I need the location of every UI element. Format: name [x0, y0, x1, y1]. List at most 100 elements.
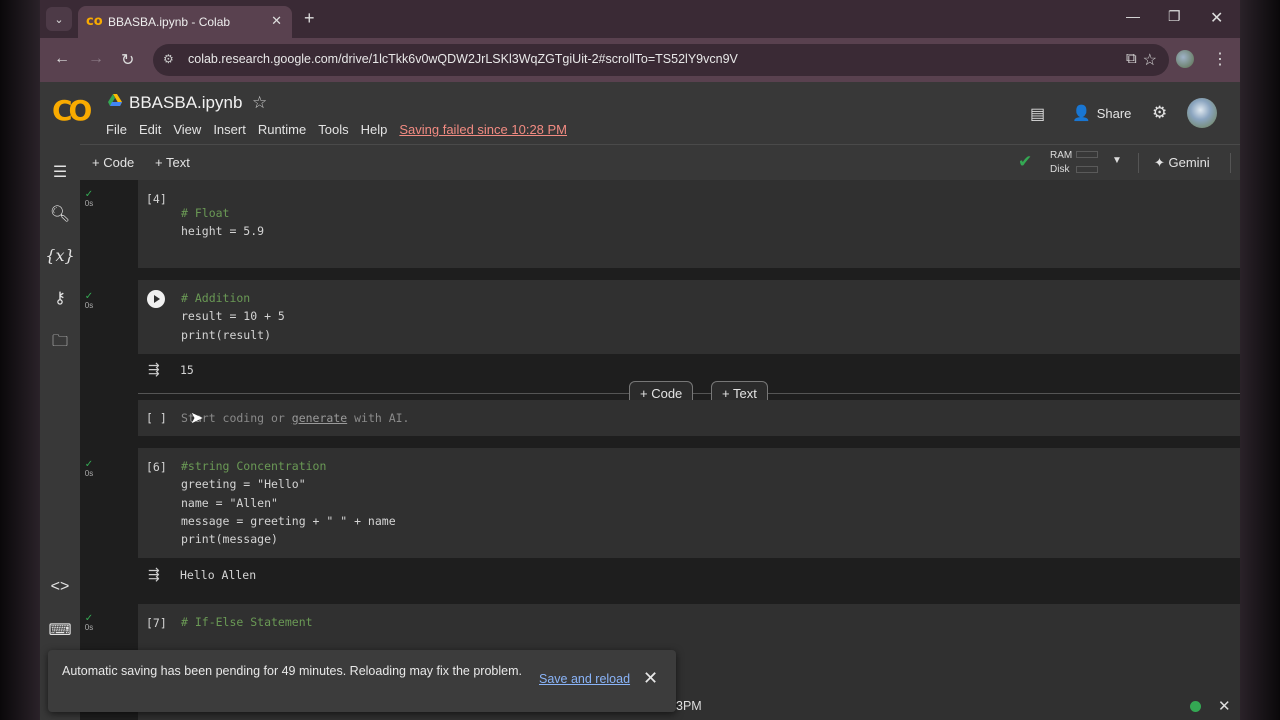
star-notebook-icon[interactable]: ☆	[252, 93, 267, 113]
url-text[interactable]: colab.research.google.com/drive/1lcTkk6v…	[188, 52, 738, 66]
account-avatar[interactable]	[1187, 98, 1217, 128]
menu-view[interactable]: View	[173, 122, 201, 137]
browser-window: ⌄ co BBASBA.ipynb - Colab ✕ + — ❐ ✕ ← → …	[40, 0, 1240, 720]
tab-strip: ⌄ co BBASBA.ipynb - Colab ✕ + — ❐ ✕	[40, 0, 1240, 38]
code-cell[interactable]: [4] # Float height = 5.9	[138, 180, 1240, 268]
code-cell[interactable]: # Addition result = 10 + 5 print(result)	[138, 280, 1240, 354]
bookmark-star-icon[interactable]: ☆	[1143, 50, 1157, 70]
disk-label: Disk	[1050, 164, 1070, 175]
search-icon[interactable]: 🔍︎	[40, 204, 80, 224]
code-line: height = 5.9	[181, 224, 265, 239]
execution-count: [ ]	[146, 411, 167, 425]
cell-code[interactable]: # Addition result = 10 + 5 print(result)	[181, 289, 285, 344]
cell-code[interactable]: # Float height = 5.9	[181, 204, 264, 241]
comments-icon[interactable]: ▤	[1030, 104, 1045, 124]
cell-placeholder[interactable]: Start coding or generate with AI.	[181, 411, 409, 425]
cell-run-status: ✓ 0s	[84, 613, 94, 633]
code-line: greeting = "Hello"	[181, 477, 306, 492]
files-folder-icon[interactable]: 🗀	[40, 330, 80, 357]
menu-file[interactable]: File	[106, 122, 127, 137]
notebook-title[interactable]: BBASBA.ipynb	[129, 93, 242, 113]
ram-label: RAM	[1050, 150, 1073, 161]
share-label: Share	[1096, 106, 1132, 121]
code-line: # Addition	[181, 291, 251, 305]
generate-link[interactable]: generate	[292, 411, 347, 425]
menu-runtime[interactable]: Runtime	[258, 122, 306, 137]
colab-logo[interactable]: CO	[52, 94, 92, 127]
autosave-snackbar: Automatic saving has been pending for 49…	[48, 650, 676, 712]
code-line: name = "Allen"	[181, 495, 278, 510]
tab-title: BBASBA.ipynb - Colab	[108, 15, 231, 29]
address-bar[interactable]: ⚙ colab.research.google.com/drive/1lcTkk…	[153, 44, 1169, 76]
share-person-icon: 👤	[1072, 105, 1091, 122]
reload-icon[interactable]: ↻	[121, 50, 134, 70]
menu-help[interactable]: Help	[361, 122, 388, 137]
gemini-button[interactable]: ✦ Gemini	[1154, 155, 1210, 171]
code-line: message = greeting + " " + name	[181, 513, 396, 528]
add-code-button[interactable]: + Code	[92, 155, 134, 170]
connected-check-icon: ✔	[1018, 152, 1033, 171]
toolbar-divider	[1138, 153, 1139, 173]
tab-search-button[interactable]: ⌄	[46, 7, 72, 31]
execution-count: [4]	[146, 192, 167, 206]
restore-icon[interactable]: ❐	[1168, 8, 1181, 25]
code-line: # If-Else Statement	[181, 615, 313, 629]
save-status-link[interactable]: Saving failed since 10:28 PM	[399, 122, 567, 137]
empty-code-cell[interactable]: [ ] Start coding or generate with AI.	[138, 400, 1240, 436]
runtime-dropdown-icon[interactable]: ▼	[1112, 155, 1122, 166]
cell-output: Hello Allen	[180, 568, 257, 582]
minimize-icon[interactable]: —	[1126, 8, 1140, 24]
code-cell[interactable]: [6] #string Concentration greeting = "He…	[138, 448, 1240, 558]
mouse-cursor-icon: ➤	[190, 410, 204, 427]
site-info-icon[interactable]: ⚙	[163, 52, 174, 66]
browser-menu-icon[interactable]: ⋮	[1212, 49, 1228, 69]
cell-output: 15	[180, 363, 194, 377]
status-close-icon[interactable]: ✕	[1218, 697, 1231, 715]
cell-code[interactable]: #string Concentration greeting = "Hello"…	[181, 457, 396, 548]
status-green-dot	[1190, 701, 1201, 712]
ram-bar	[1076, 151, 1098, 158]
menu-bar: File Edit View Insert Runtime Tools Help…	[106, 122, 567, 137]
browser-profile-avatar[interactable]	[1176, 50, 1194, 68]
menu-insert[interactable]: Insert	[213, 122, 246, 137]
colab-header: CO BBASBA.ipynb ☆ File Edit View Insert …	[40, 82, 1240, 144]
output-toggle-icon[interactable]: ⇶	[148, 361, 160, 378]
secrets-key-icon[interactable]: ⚷	[40, 288, 80, 308]
forward-arrow-icon[interactable]: →	[88, 50, 104, 68]
code-line: print(message)	[181, 532, 278, 547]
cell-code[interactable]: # If-Else Statement	[181, 613, 313, 631]
table-of-contents-icon[interactable]: ☰	[40, 162, 80, 182]
menu-edit[interactable]: Edit	[139, 122, 161, 137]
drive-icon	[108, 94, 122, 106]
new-tab-button[interactable]: +	[304, 8, 315, 29]
share-button[interactable]: 👤 Share	[1072, 104, 1131, 122]
gemini-label: Gemini	[1168, 155, 1210, 170]
toolbar-divider	[1230, 153, 1231, 173]
command-palette-icon[interactable]: ⌨	[40, 620, 80, 640]
add-text-button[interactable]: + Text	[155, 155, 190, 170]
disk-bar	[1076, 166, 1098, 173]
cell-run-status: ✓ 0s	[84, 291, 94, 311]
execution-count: [7]	[146, 616, 167, 630]
settings-gear-icon[interactable]: ⚙	[1152, 103, 1167, 123]
save-and-reload-button[interactable]: Save and reload	[539, 672, 630, 686]
window-close-icon[interactable]: ✕	[1210, 8, 1223, 28]
code-line: print(result)	[181, 327, 272, 342]
colab-favicon-icon: co	[86, 14, 103, 29]
browser-navbar: ← → ↻ ⚙ colab.research.google.com/drive/…	[40, 38, 1240, 82]
snackbar-close-icon[interactable]: ✕	[643, 668, 658, 689]
tab-close-icon[interactable]: ✕	[271, 13, 282, 29]
code-line: # Float	[181, 206, 230, 220]
browser-tab[interactable]: co BBASBA.ipynb - Colab ✕	[78, 6, 292, 38]
resource-monitor[interactable]: RAM Disk	[1050, 149, 1072, 177]
output-toggle-icon[interactable]: ⇶	[148, 566, 160, 583]
extensions-icon[interactable]: ⧉	[1126, 50, 1137, 67]
snackbar-message: Automatic saving has been pending for 49…	[62, 664, 522, 678]
code-line: #string Concentration	[181, 459, 327, 473]
back-arrow-icon[interactable]: ←	[54, 50, 70, 68]
variables-icon[interactable]: {x}	[40, 246, 80, 265]
code-snippets-icon[interactable]: <>	[40, 578, 80, 596]
run-cell-button[interactable]	[147, 290, 165, 308]
menu-tools[interactable]: Tools	[318, 122, 348, 137]
left-vignette	[0, 0, 40, 720]
